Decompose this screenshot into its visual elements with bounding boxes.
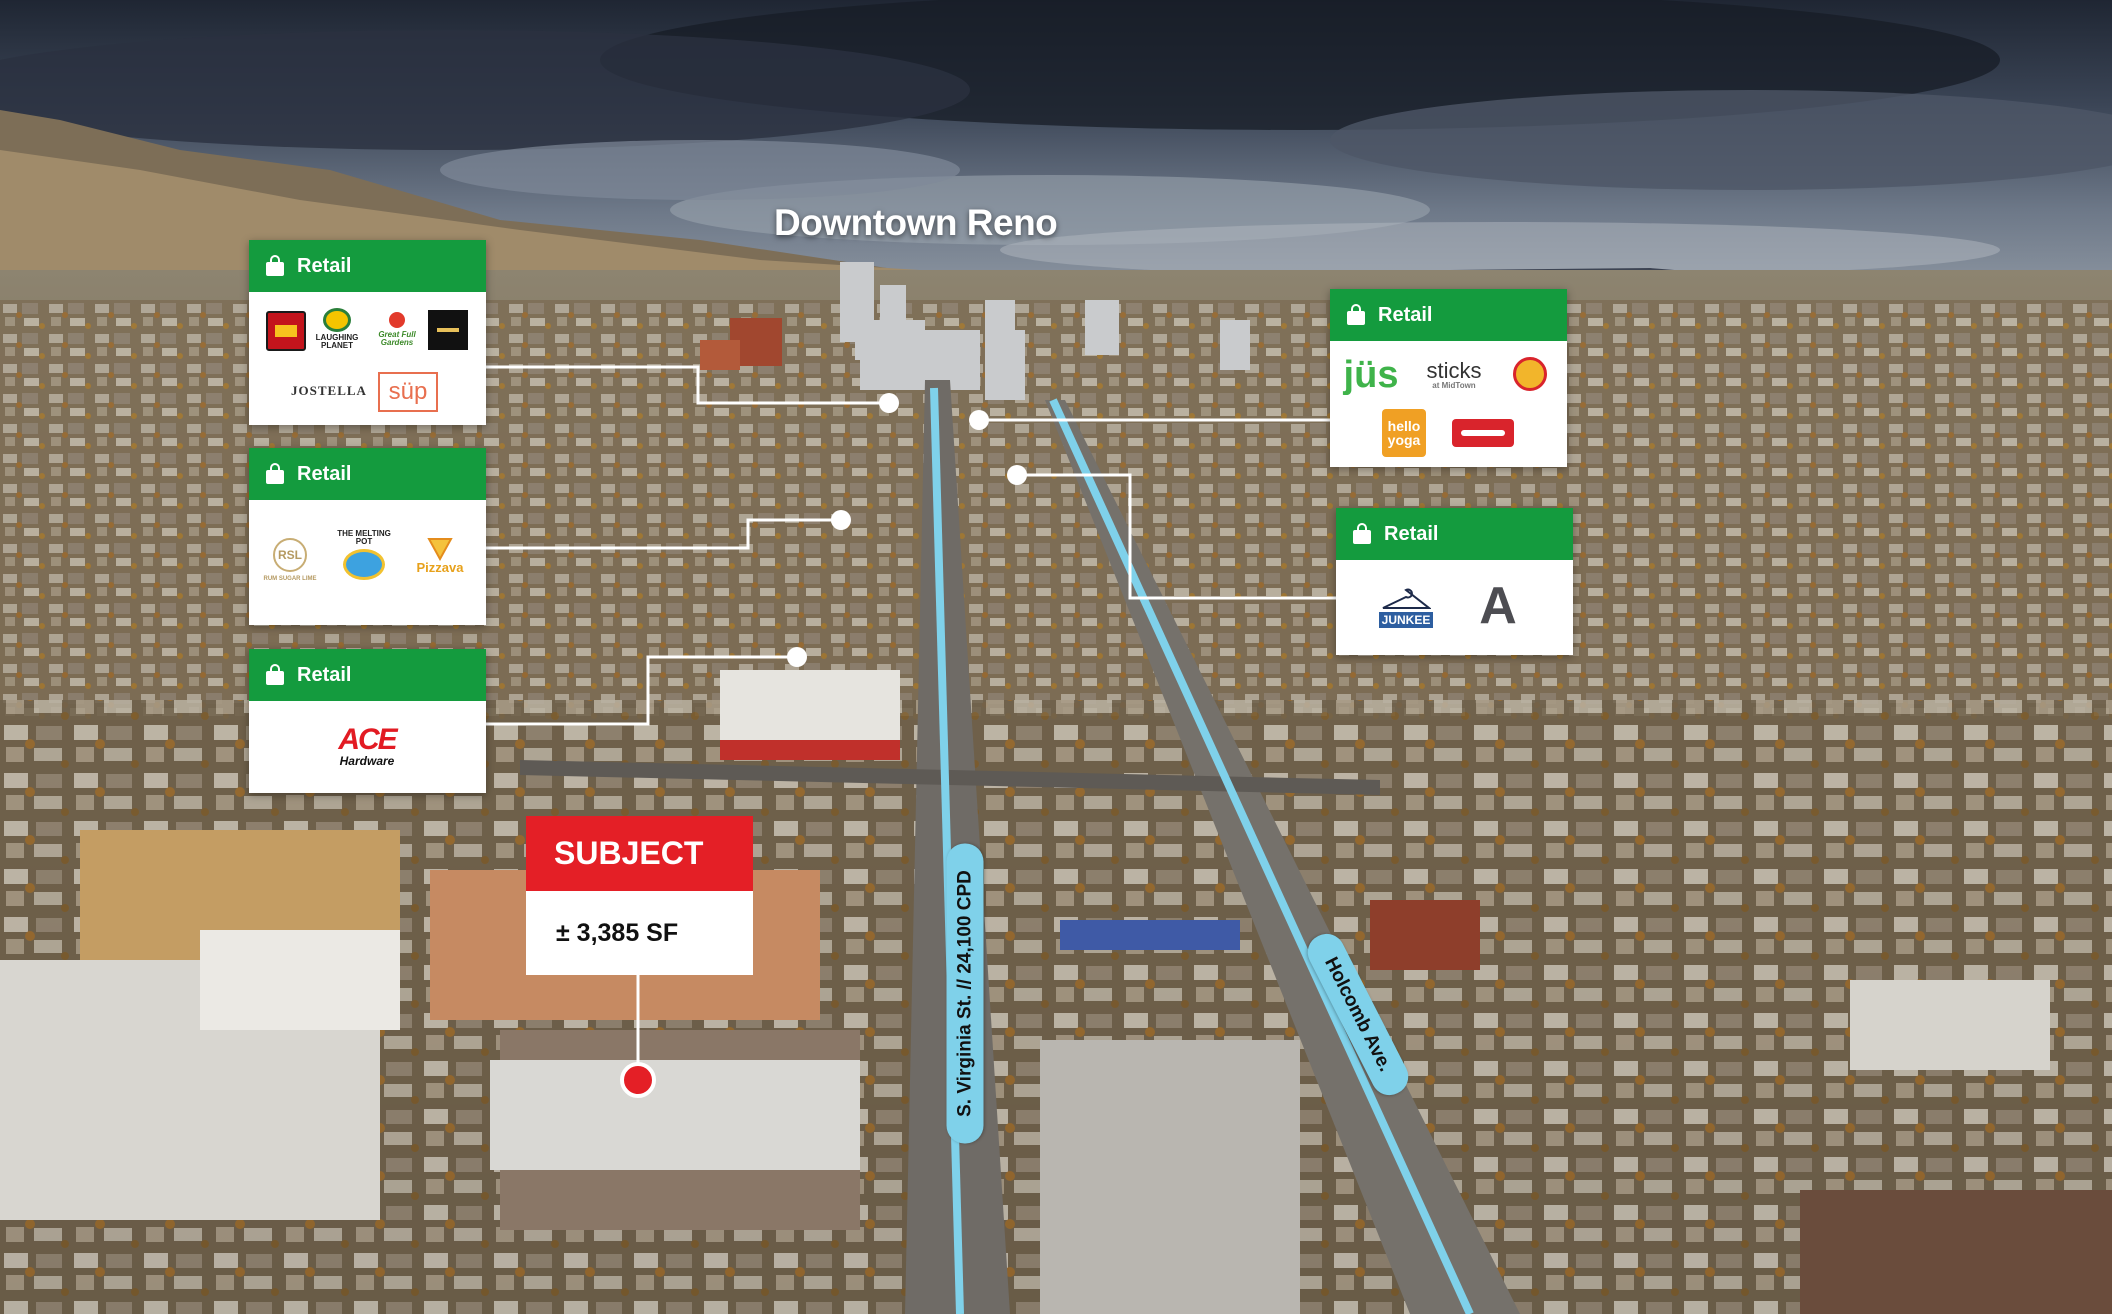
- aerial-photo: [0, 0, 2112, 1314]
